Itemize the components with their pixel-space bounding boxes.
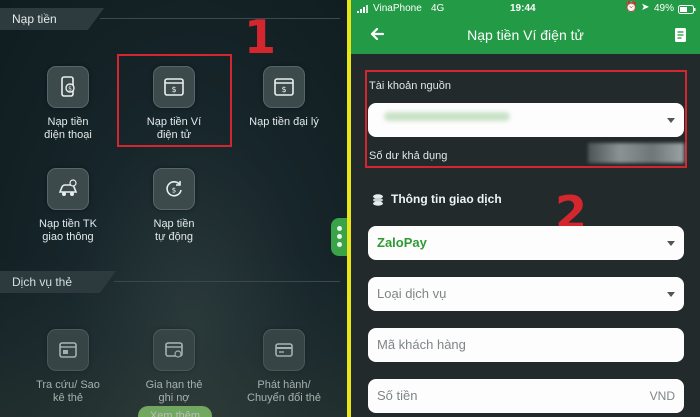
card-renew-icon — [153, 329, 195, 371]
step-number-1: 1 — [244, 10, 277, 64]
battery-percent: 49% — [654, 3, 675, 14]
item-label: Nạp tiền TK — [39, 218, 97, 230]
item-card-renew[interactable]: Gia hạn thẻ ghi nợ — [126, 329, 222, 405]
card-issue-icon — [263, 329, 305, 371]
service-type-select[interactable]: Loại dịch vụ — [368, 277, 684, 311]
item-card-issue[interactable]: Phát hành/ Chuyển đổi thẻ — [236, 329, 332, 405]
svg-text:$: $ — [68, 86, 72, 93]
page-title: Nạp tiền Ví điện tử — [467, 27, 584, 43]
side-handle[interactable] — [331, 218, 347, 256]
coins-icon — [371, 193, 385, 212]
battery-icon — [678, 5, 696, 17]
wallet-value: ZaloPay — [377, 235, 427, 250]
item-label: Tra cứu/ Sao — [36, 379, 100, 391]
highlight-box-1 — [117, 54, 232, 147]
currency-label: VND — [649, 389, 675, 403]
location-icon: ➤ — [641, 2, 650, 13]
wallet-select[interactable]: ZaloPay — [368, 226, 684, 260]
amount-placeholder: Số tiền — [377, 388, 418, 403]
chevron-down-icon — [667, 118, 675, 123]
item-label: điện thoại — [44, 129, 92, 141]
phone-money-icon: $ — [47, 66, 89, 108]
svg-text:$: $ — [172, 187, 176, 195]
source-account-select[interactable] — [368, 103, 684, 137]
section-title-topup: Nạp tiền — [0, 8, 104, 30]
item-agent-topup[interactable]: $ Nạp tiền đại lý — [236, 66, 332, 129]
item-label: Nạp tiền — [47, 116, 89, 128]
item-phone-topup[interactable]: $ Nạp tiền điện thoại — [20, 66, 116, 142]
chevron-down-icon — [667, 241, 675, 246]
amount-input[interactable]: Số tiền VND — [368, 379, 684, 413]
item-label: kê thẻ — [53, 392, 83, 404]
left-screen: Nạp tiền $ Nạp tiền điện thoại $ Nạp tiề… — [0, 0, 347, 417]
balance-blurred — [588, 143, 684, 163]
see-more-button[interactable]: Xem thêm — [138, 406, 212, 417]
item-label: Nạp tiền đại lý — [249, 116, 319, 128]
account-number-blurred — [384, 112, 510, 121]
right-screen: VinaPhone 4G 19:44 ⏰ ➤ 49% Nạp tiền Ví đ… — [351, 0, 700, 417]
transaction-info-heading: Thông tin giao dịch — [391, 192, 502, 206]
item-label: Nạp tiền — [153, 218, 195, 230]
item-card-lookup[interactable]: Tra cứu/ Sao kê thẻ — [20, 329, 116, 405]
balance-label: Số dư khả dụng — [369, 150, 448, 162]
document-icon[interactable] — [674, 27, 688, 48]
item-label: Gia hạn thẻ — [145, 379, 203, 391]
item-label: ghi nợ — [158, 392, 190, 404]
section-divider — [100, 18, 340, 19]
item-auto-topup[interactable]: $ Nạp tiền tự động — [126, 168, 222, 244]
carrier-name: VinaPhone — [373, 3, 422, 14]
car-icon — [47, 168, 89, 210]
item-traffic-topup[interactable]: Nạp tiền TK giao thông — [20, 168, 116, 244]
chevron-down-icon — [667, 292, 675, 297]
item-label: Phát hành/ — [257, 379, 311, 391]
item-label: Chuyển đổi thẻ — [247, 392, 321, 404]
clock: 19:44 — [510, 3, 536, 14]
source-account-label: Tài khoản nguồn — [369, 80, 451, 92]
alarm-icon: ⏰ — [625, 2, 638, 13]
customer-code-placeholder: Mã khách hàng — [377, 337, 466, 352]
card-lookup-icon — [47, 329, 89, 371]
service-type-placeholder: Loại dịch vụ — [377, 286, 447, 301]
section-divider — [114, 281, 340, 282]
agent-topup-icon: $ — [263, 66, 305, 108]
auto-topup-icon: $ — [153, 168, 195, 210]
app-bar: Nạp tiền Ví điện tử — [351, 18, 700, 54]
network-type: 4G — [431, 3, 445, 14]
section-title-card-services: Dịch vụ thẻ — [0, 271, 116, 293]
item-label: tự động — [155, 231, 193, 243]
status-bar: VinaPhone 4G 19:44 ⏰ ➤ 49% — [351, 0, 700, 18]
customer-code-input[interactable]: Mã khách hàng — [368, 328, 684, 362]
signal-icon — [357, 5, 371, 16]
svg-text:$: $ — [281, 85, 286, 94]
item-label: giao thông — [42, 231, 94, 243]
